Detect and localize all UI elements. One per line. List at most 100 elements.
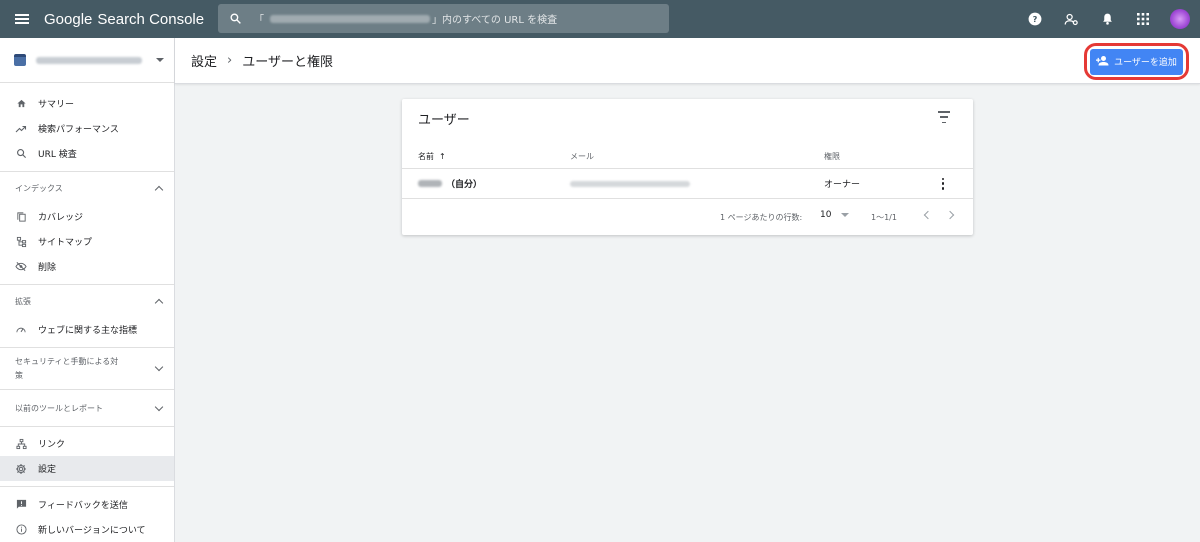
apps-grid-icon[interactable]	[1134, 10, 1152, 28]
table-row: （自分） オーナー	[402, 169, 973, 199]
rows-per-page-value: 10	[820, 210, 832, 220]
page-header: 設定 › ユーザーと権限 ユーザーを追加	[175, 38, 1200, 84]
sidebar-item-label: URL 検査	[38, 150, 77, 160]
sidebar-item-summary[interactable]: サマリー	[0, 91, 174, 116]
feedback-icon	[15, 499, 27, 511]
redacted-property-url	[270, 14, 430, 23]
section-enhancements-header[interactable]: 拡張	[0, 285, 174, 317]
add-user-button[interactable]: ユーザーを追加	[1090, 48, 1183, 75]
sidebar: サマリー 検索パフォーマンス URL 検査 インデックス カバレッジ サイトマッ…	[0, 38, 175, 542]
section-title: セキュリティと手動による対策	[15, 355, 118, 383]
rows-per-page-select[interactable]: 10	[820, 210, 850, 220]
sidebar-item-url-inspection[interactable]: URL 検査	[0, 141, 174, 166]
account-settings-icon[interactable]	[1062, 10, 1080, 28]
chevron-left-icon[interactable]	[923, 210, 933, 220]
users-card: ユーザー 名前 ↑ メール 権限 （自分） オーナー 1 ページあたりの行数: …	[402, 99, 973, 235]
chevron-down-icon	[154, 362, 164, 372]
column-header-name[interactable]: 名前 ↑	[418, 151, 446, 162]
links-icon	[15, 438, 27, 450]
section-index-header[interactable]: インデックス	[0, 172, 174, 204]
sidebar-item-core-web-vitals[interactable]: ウェブに関する主な指標	[0, 317, 174, 342]
sidebar-item-sitemaps[interactable]: サイトマップ	[0, 229, 174, 254]
table-header: 名前 ↑ メール 権限	[402, 145, 973, 169]
sidebar-item-about-new-version[interactable]: 新しいバージョンについて	[0, 517, 174, 542]
user-role-cell: オーナー	[824, 180, 861, 190]
section-title-line: 策	[15, 370, 23, 380]
search-icon	[218, 12, 252, 25]
copy-icon	[15, 211, 27, 223]
notifications-icon[interactable]	[1098, 10, 1116, 28]
chevron-up-icon	[154, 298, 164, 307]
sidebar-item-label: カバレッジ	[38, 213, 84, 223]
app-logo[interactable]: Google Search Console	[44, 11, 204, 28]
section-title: インデックス	[15, 183, 63, 193]
sidebar-item-label: 検索パフォーマンス	[38, 125, 119, 135]
visibility-off-icon	[15, 261, 27, 273]
highlight-ring: ユーザーを追加	[1084, 43, 1189, 80]
caret-down-icon	[841, 213, 850, 217]
redacted-property-name	[36, 56, 142, 64]
url-inspect-search[interactable]: 「 」内のすべての URL を検査	[218, 4, 669, 33]
brand-google: Google	[44, 10, 93, 28]
sidebar-item-label: フィードバックを送信	[38, 501, 128, 511]
sidebar-item-settings[interactable]: 設定	[0, 456, 174, 481]
section-title: 拡張	[15, 296, 31, 306]
chevron-right-icon[interactable]	[945, 210, 955, 220]
search-icon	[15, 148, 27, 160]
sidebar-item-label: ウェブに関する主な指標	[38, 326, 138, 336]
brand-product: Search Console	[97, 10, 205, 28]
info-icon	[15, 524, 27, 536]
pagination: 1 ページあたりの行数: 10 1〜1/1	[402, 199, 973, 233]
breadcrumb: 設定 › ユーザーと権限	[191, 51, 333, 70]
person-add-icon	[1096, 55, 1109, 69]
column-name-label: 名前	[418, 152, 434, 161]
sidebar-item-label: サイトマップ	[38, 238, 93, 248]
home-icon	[15, 98, 27, 110]
more-vert-icon[interactable]	[941, 177, 945, 190]
section-title: 以前のツールとレポート	[15, 403, 103, 413]
column-header-role: 権限	[824, 152, 840, 161]
help-icon[interactable]: ?	[1026, 10, 1044, 28]
column-header-email: メール	[570, 152, 594, 161]
caret-down-icon	[156, 58, 164, 62]
trending-up-icon	[15, 123, 27, 135]
page-range: 1〜1/1	[871, 213, 897, 222]
sidebar-item-label: 削除	[38, 263, 57, 273]
section-title-line: セキュリティと手動による対	[15, 356, 119, 366]
chevron-down-icon	[154, 402, 164, 411]
speed-icon	[15, 324, 27, 336]
redacted-user-email	[570, 180, 690, 187]
main-menu-button[interactable]	[0, 0, 44, 38]
sidebar-item-label: 設定	[38, 465, 57, 475]
self-indicator: （自分）	[446, 180, 483, 190]
breadcrumb-separator: ›	[227, 53, 233, 68]
search-placeholder: 」内のすべての URL を検査	[432, 15, 558, 26]
sitemap-icon	[15, 236, 27, 248]
svg-text:?: ?	[1033, 14, 1038, 24]
sidebar-item-label: サマリー	[38, 100, 75, 110]
avatar[interactable]	[1170, 9, 1190, 29]
sort-arrow-icon: ↑	[439, 152, 446, 161]
sidebar-item-label: 新しいバージョンについて	[38, 526, 146, 536]
section-security-header[interactable]: セキュリティと手動による対策	[0, 348, 174, 389]
search-placeholder-prefix: 「	[254, 15, 264, 26]
property-selector[interactable]	[0, 38, 174, 83]
settings-icon	[15, 463, 27, 475]
section-legacy-header[interactable]: 以前のツールとレポート	[0, 390, 174, 426]
property-favicon	[14, 54, 26, 66]
page-title: ユーザーと権限	[242, 55, 333, 70]
breadcrumb-settings[interactable]: 設定	[191, 51, 217, 70]
filter-icon[interactable]	[937, 111, 951, 123]
sidebar-item-removals[interactable]: 削除	[0, 254, 174, 279]
redacted-user-name	[418, 180, 442, 187]
sidebar-item-coverage[interactable]: カバレッジ	[0, 204, 174, 229]
sidebar-item-label: リンク	[38, 440, 66, 450]
user-name-cell: （自分）	[418, 177, 482, 190]
sidebar-item-feedback[interactable]: フィードバックを送信	[0, 492, 174, 517]
card-title: ユーザー	[418, 113, 470, 128]
chevron-up-icon	[154, 185, 164, 194]
sidebar-item-links[interactable]: リンク	[0, 431, 174, 456]
sidebar-item-performance[interactable]: 検索パフォーマンス	[0, 116, 174, 141]
hamburger-icon	[15, 14, 29, 24]
rows-per-page-label: 1 ページあたりの行数:	[720, 213, 803, 222]
